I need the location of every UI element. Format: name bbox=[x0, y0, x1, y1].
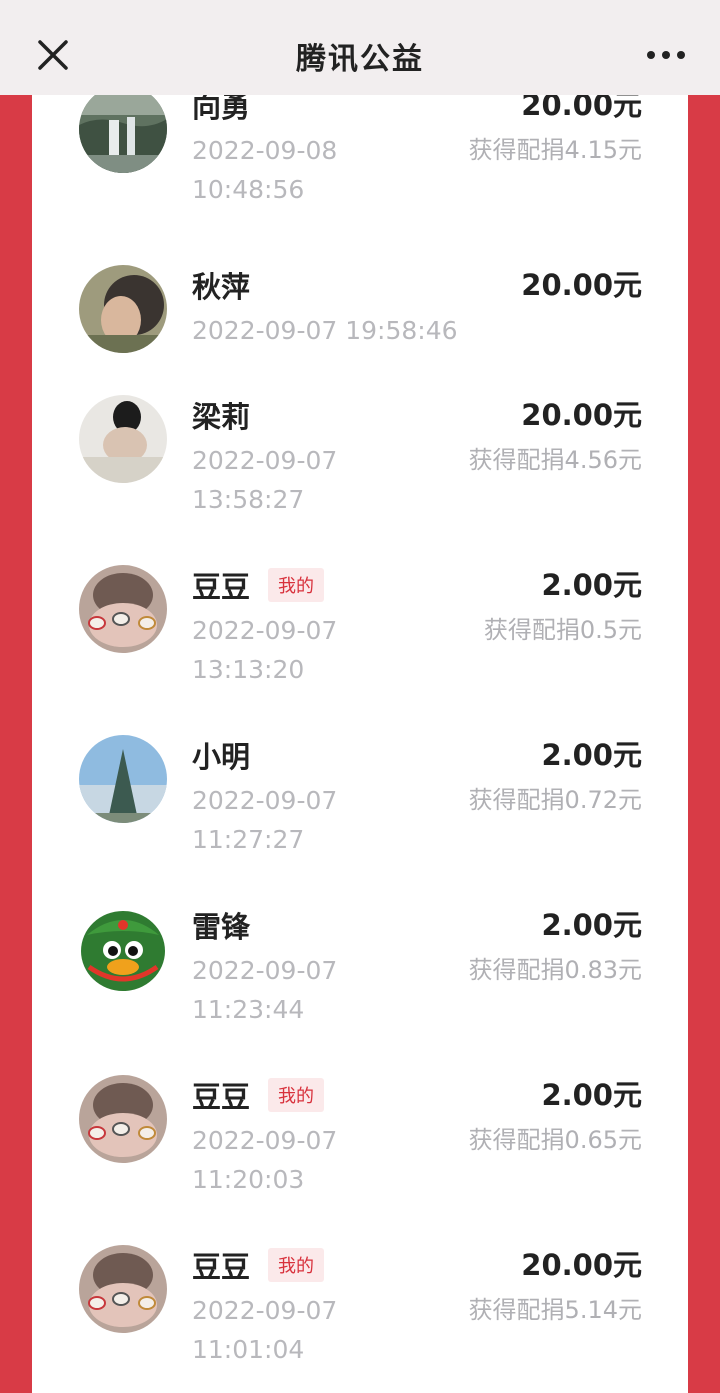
donation-time: 2022-09-07 19:58:46 bbox=[192, 316, 458, 345]
donation-time: 2022-09-07 11:20:03 bbox=[192, 1126, 338, 1194]
donation-amount: 20.00元 bbox=[521, 95, 642, 122]
donor-name: 豆豆 bbox=[192, 1250, 251, 1284]
donation-amount: 20.00元 bbox=[521, 398, 642, 432]
donation-amount: 2.00元 bbox=[541, 568, 642, 602]
avatar bbox=[79, 1245, 167, 1333]
donation-row[interactable]: 豆豆 我的 2022-09-07 11:20:03 2.00元 获得配捐0.65… bbox=[32, 1075, 688, 1245]
donation-time: 2022-09-07 13:13:20 bbox=[192, 616, 338, 684]
donation-amount: 2.00元 bbox=[541, 738, 642, 772]
donor-name: 梁莉 bbox=[192, 400, 251, 434]
donation-row[interactable]: 小明 2022-09-07 11:27:27 2.00元 获得配捐0.72元 bbox=[32, 735, 688, 905]
avatar bbox=[79, 905, 167, 993]
mine-badge: 我的 bbox=[268, 1078, 325, 1112]
donor-name: 秋萍 bbox=[192, 270, 251, 304]
avatar bbox=[79, 735, 167, 823]
matched-donation: 获得配捐0.5元 bbox=[483, 616, 642, 644]
donation-time: 2022-09-07 13:58:27 bbox=[192, 446, 338, 514]
donation-time: 2022-09-07 11:23:44 bbox=[192, 956, 338, 1024]
donation-row[interactable]: 雷锋 2022-09-07 11:23:44 2.00元 获得配捐0.83元 bbox=[32, 905, 688, 1075]
donation-list: 向勇 2022-09-08 10:48:56 20.00元 获得配捐4.15元 … bbox=[32, 95, 688, 1393]
matched-donation: 获得配捐0.83元 bbox=[468, 956, 642, 984]
matched-donation: 获得配捐4.15元 bbox=[468, 136, 642, 164]
matched-donation: 获得配捐0.72元 bbox=[468, 786, 642, 814]
donation-time: 2022-09-07 11:01:04 bbox=[192, 1296, 338, 1364]
matched-donation: 获得配捐4.56元 bbox=[468, 446, 642, 474]
nav-bar: 腾讯公益 bbox=[0, 0, 720, 95]
donation-amount: 20.00元 bbox=[521, 1248, 642, 1282]
donation-time: 2022-09-07 11:27:27 bbox=[192, 786, 338, 854]
avatar bbox=[79, 565, 167, 653]
donation-row[interactable]: 梁莉 2022-09-07 13:58:27 20.00元 获得配捐4.56元 bbox=[32, 395, 688, 565]
donation-row[interactable]: 向勇 2022-09-08 10:48:56 20.00元 获得配捐4.15元 bbox=[32, 95, 688, 255]
donor-name: 雷锋 bbox=[192, 910, 251, 944]
matched-donation: 获得配捐0.65元 bbox=[468, 1126, 642, 1154]
donor-name: 小明 bbox=[192, 740, 251, 774]
avatar bbox=[79, 395, 167, 483]
page-title: 腾讯公益 bbox=[296, 42, 424, 77]
mine-badge: 我的 bbox=[268, 568, 325, 602]
avatar bbox=[79, 1075, 167, 1163]
more-options-icon[interactable] bbox=[644, 40, 688, 70]
donation-row[interactable]: 豆豆 我的 2022-09-07 11:01:04 20.00元 获得配捐5.1… bbox=[32, 1245, 688, 1393]
donation-time: 2022-09-08 10:48:56 bbox=[192, 136, 338, 204]
matched-donation: 获得配捐5.14元 bbox=[468, 1296, 642, 1324]
donor-name: 豆豆 bbox=[192, 570, 251, 604]
donor-name: 向勇 bbox=[192, 95, 251, 124]
donation-amount: 2.00元 bbox=[541, 908, 642, 942]
donor-name: 豆豆 bbox=[192, 1080, 251, 1114]
donation-amount: 20.00元 bbox=[521, 268, 642, 302]
donation-amount: 2.00元 bbox=[541, 1078, 642, 1112]
avatar bbox=[79, 265, 167, 353]
mine-badge: 我的 bbox=[268, 1248, 325, 1282]
avatar bbox=[79, 95, 167, 173]
donation-row[interactable]: 豆豆 我的 2022-09-07 13:13:20 2.00元 获得配捐0.5元 bbox=[32, 565, 688, 735]
